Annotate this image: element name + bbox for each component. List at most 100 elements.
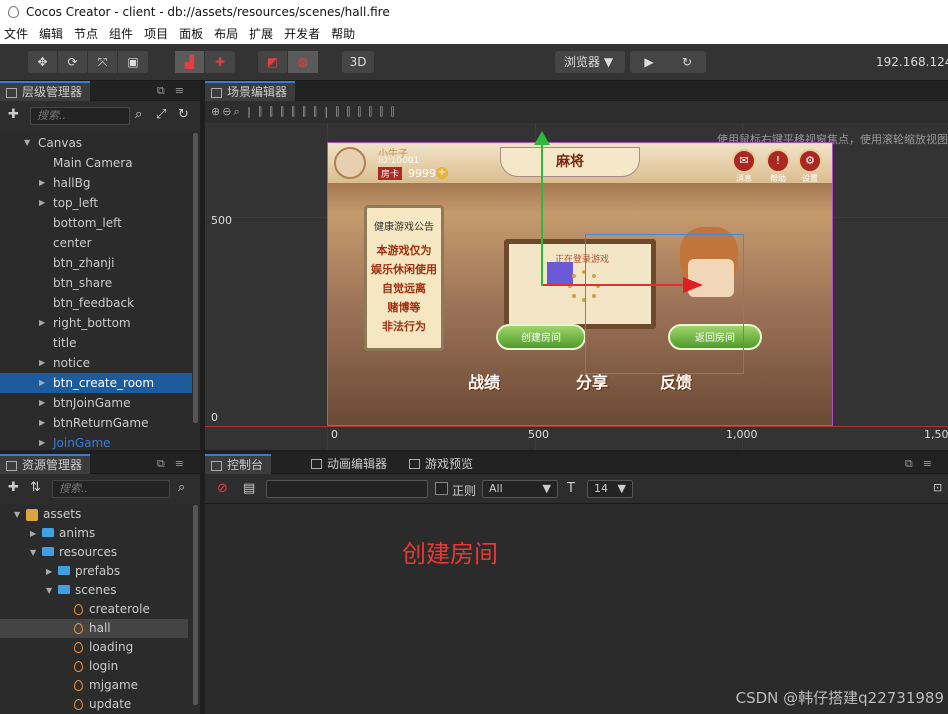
zoom-reset-icon[interactable]: ⌕: [233, 105, 241, 118]
asset-item[interactable]: login: [0, 657, 188, 676]
asset-item[interactable]: update: [0, 695, 188, 714]
gizmo-y-arrow-icon[interactable]: [534, 131, 550, 145]
menu-node[interactable]: 节点: [74, 24, 98, 44]
hierarchy-node[interactable]: btn_share: [0, 273, 192, 293]
add-node-icon[interactable]: ✚: [8, 107, 19, 122]
snap-grid-icon[interactable]: ◍: [288, 51, 318, 73]
local-global-toggle-icon[interactable]: ✚: [205, 51, 235, 73]
hierarchy-node[interactable]: ▶ btnJoinGame: [0, 393, 192, 413]
gizmo-y-axis[interactable]: [541, 141, 543, 286]
hierarchy-search-input[interactable]: 搜索..: [30, 107, 130, 125]
hierarchy-node[interactable]: btn_feedback: [0, 293, 192, 313]
tab-animation-editor[interactable]: 动画编辑器: [305, 454, 395, 474]
asset-item[interactable]: ▶ prefabs: [0, 562, 188, 581]
preview-platform-select[interactable]: 浏览器 ▼: [555, 51, 625, 73]
expand-arrow-icon[interactable]: ▶: [39, 413, 45, 433]
expand-arrow-icon[interactable]: ▶: [39, 373, 45, 393]
rect-tool-icon[interactable]: ▣: [118, 51, 148, 73]
tab-console[interactable]: 控制台: [205, 454, 272, 474]
hierarchy-node[interactable]: title: [0, 333, 192, 353]
menu-help[interactable]: 帮助: [331, 24, 355, 44]
tab-hierarchy[interactable]: 层级管理器: [0, 81, 91, 101]
expand-arrow-icon[interactable]: ▶: [39, 193, 45, 213]
tab-scene-editor[interactable]: 场景编辑器: [205, 81, 296, 101]
log-level-select[interactable]: All ▼: [482, 480, 558, 498]
avatar[interactable]: [334, 147, 366, 179]
create-room-button[interactable]: 创建房间: [496, 324, 586, 350]
message-button[interactable]: ✉: [732, 149, 756, 173]
expand-arrow-icon[interactable]: ▼: [14, 505, 20, 524]
expand-arrow-icon[interactable]: ▶: [39, 353, 45, 373]
sort-icon[interactable]: ⇅: [30, 480, 41, 495]
assets-search-input[interactable]: 搜索..: [52, 480, 170, 498]
asset-item[interactable]: ▼ assets: [0, 505, 188, 524]
expand-arrow-icon[interactable]: ▶: [39, 173, 45, 193]
search-icon[interactable]: ⌕: [178, 480, 185, 495]
hierarchy-node[interactable]: ▶ btnReturnGame: [0, 413, 192, 433]
panel-menu-icon[interactable]: ⧉≡: [905, 457, 942, 471]
menu-panel[interactable]: 面板: [179, 24, 203, 44]
menu-component[interactable]: 组件: [109, 24, 133, 44]
rotate-tool-icon[interactable]: ⟳: [58, 51, 88, 73]
menu-file[interactable]: 文件: [4, 24, 28, 44]
move-tool-icon[interactable]: ✥: [28, 51, 58, 73]
expand-icon[interactable]: ⤢: [156, 107, 166, 122]
pivot-toggle-icon[interactable]: ▟: [175, 51, 205, 73]
play-icon[interactable]: ▶: [630, 51, 668, 73]
hierarchy-node[interactable]: ▶ right_bottom: [0, 313, 192, 333]
asset-item[interactable]: ▶ anims: [0, 524, 188, 543]
record-button[interactable]: 战绩: [468, 369, 500, 393]
menu-extension[interactable]: 扩展: [249, 24, 273, 44]
hierarchy-node[interactable]: ▶ notice: [0, 353, 192, 373]
toggle-3d-button[interactable]: 3D: [342, 51, 374, 73]
expand-arrow-icon[interactable]: ▼: [30, 543, 36, 562]
asset-item[interactable]: hall: [0, 619, 188, 638]
panel-menu-icon[interactable]: ⧉≡: [157, 84, 194, 98]
collapse-icon[interactable]: ⊡: [933, 481, 942, 494]
open-log-icon[interactable]: ▤: [243, 481, 255, 496]
menu-project[interactable]: 项目: [144, 24, 168, 44]
clear-console-icon[interactable]: ⊘: [217, 481, 228, 496]
hierarchy-node[interactable]: Main Camera: [0, 153, 192, 173]
snap-rect-icon[interactable]: ◩: [258, 51, 288, 73]
collapse-arrow-icon[interactable]: ▼: [24, 133, 30, 153]
menu-developer[interactable]: 开发者: [284, 24, 320, 44]
hierarchy-node[interactable]: ▶ hallBg: [0, 173, 192, 193]
expand-arrow-icon[interactable]: ▶: [39, 313, 45, 333]
regex-checkbox[interactable]: [435, 482, 448, 495]
menu-layout[interactable]: 布局: [214, 24, 238, 44]
hierarchy-node[interactable]: ▶ btn_create_room: [0, 373, 192, 393]
hierarchy-scrollbar[interactable]: [193, 133, 198, 423]
asset-item[interactable]: ▼ scenes: [0, 581, 188, 600]
assets-scrollbar[interactable]: [193, 505, 198, 705]
hierarchy-node[interactable]: center: [0, 233, 192, 253]
zoom-out-icon[interactable]: ⊖: [222, 105, 233, 118]
menu-edit[interactable]: 编辑: [39, 24, 63, 44]
expand-arrow-icon[interactable]: ▶: [30, 524, 36, 543]
scale-tool-icon[interactable]: ⤧: [88, 51, 118, 73]
refresh-icon[interactable]: ↻: [668, 51, 706, 73]
expand-arrow-icon[interactable]: ▼: [46, 581, 52, 600]
asset-item[interactable]: createrole: [0, 600, 188, 619]
hierarchy-node[interactable]: ▶ top_left: [0, 193, 192, 213]
search-icon[interactable]: ⌕: [135, 107, 142, 122]
add-asset-icon[interactable]: ✚: [8, 480, 19, 495]
font-size-select[interactable]: 14 ▼: [587, 480, 633, 498]
expand-arrow-icon[interactable]: ▶: [46, 562, 52, 581]
settings-button[interactable]: ⚙: [798, 149, 822, 173]
console-filter-input[interactable]: [266, 480, 428, 498]
gizmo-x-arrow-icon[interactable]: [683, 277, 703, 293]
hierarchy-node[interactable]: ▼ Canvas: [0, 133, 192, 153]
gizmo-x-axis[interactable]: [543, 284, 683, 286]
refresh-icon[interactable]: ↻: [178, 107, 189, 122]
expand-arrow-icon[interactable]: ▶: [39, 393, 45, 413]
asset-item[interactable]: loading: [0, 638, 188, 657]
tab-game-preview[interactable]: 游戏预览: [403, 454, 481, 474]
asset-item[interactable]: mjgame: [0, 676, 188, 695]
hierarchy-node[interactable]: bottom_left: [0, 213, 192, 233]
zoom-in-icon[interactable]: ⊕: [211, 105, 222, 118]
help-button[interactable]: !: [766, 149, 790, 173]
scene-viewport[interactable]: 使用鼠标右键平移视窗焦点，使用滚轮缩放视图 500 0 0 500 1,000 …: [205, 123, 948, 450]
hierarchy-node[interactable]: btn_zhanji: [0, 253, 192, 273]
align-tools-icon[interactable]: ⫿ ⫿ ⫿ ⫿ ⫿ ⫿ | ⫿ ⫿ ⫿ ⫿ ⫿ ⫿: [258, 105, 396, 118]
